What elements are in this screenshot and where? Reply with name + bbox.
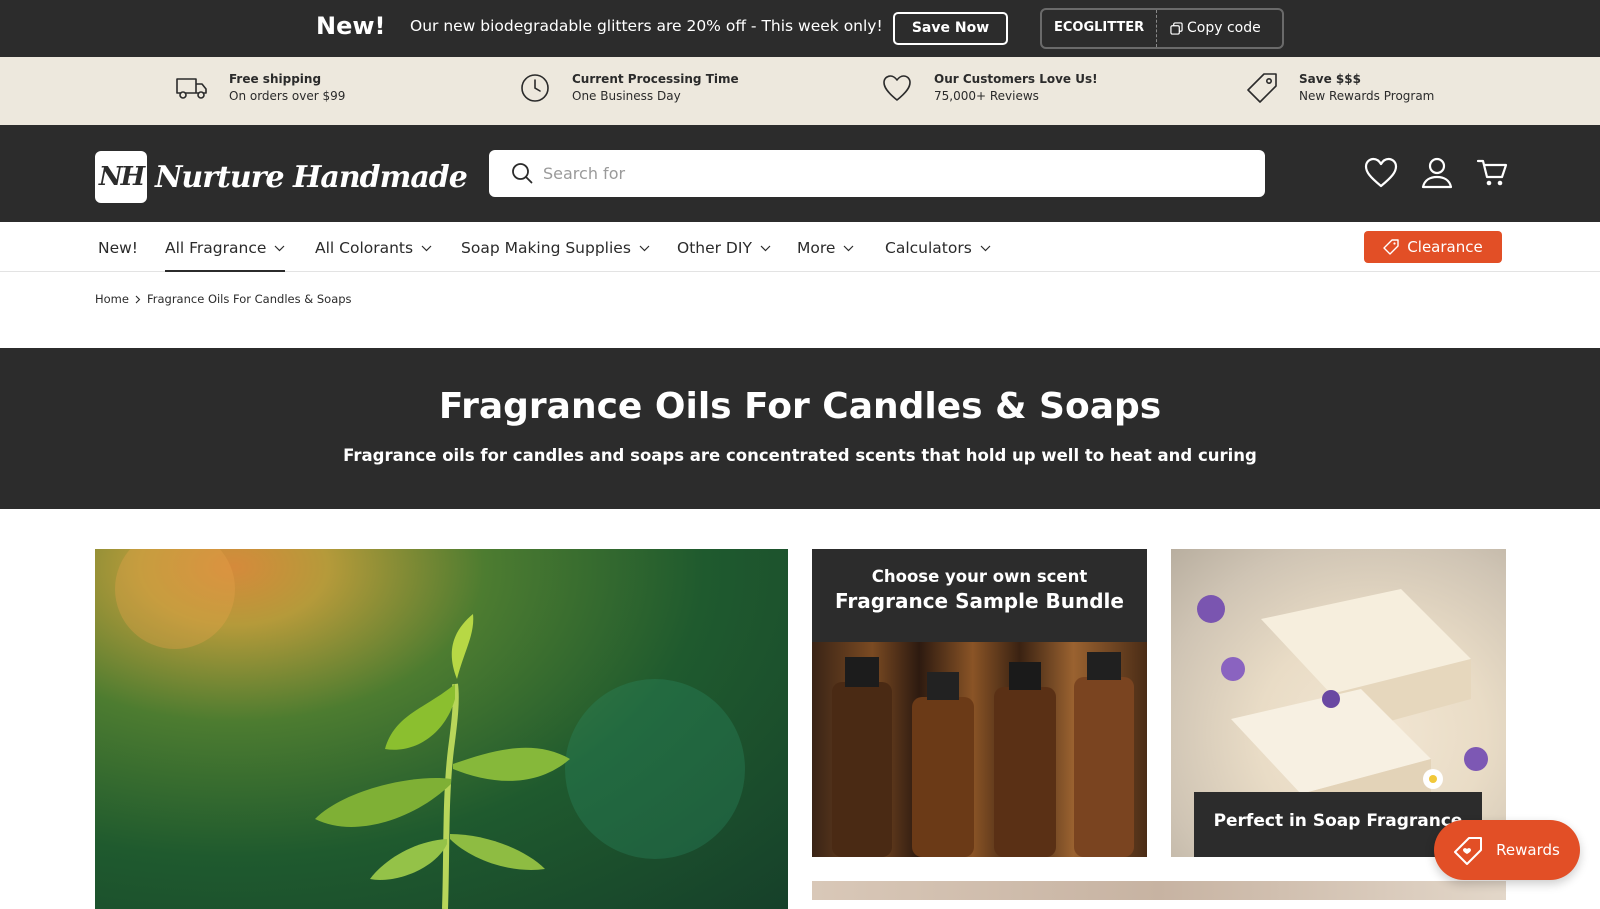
announcement-message: Our new biodegradable glitters are 20% o… xyxy=(410,17,883,35)
usp-processing-time: Current Processing Time One Business Day xyxy=(518,71,739,105)
breadcrumb-home[interactable]: Home xyxy=(95,292,129,306)
promo-tile-sample-bundle[interactable]: Choose your own scent Fragrance Sample B… xyxy=(812,549,1147,857)
fragrance-bottles-image xyxy=(812,642,1147,857)
truck-icon xyxy=(175,71,209,105)
chevron-down-icon xyxy=(980,245,991,251)
seedling-image xyxy=(115,549,745,909)
usp-strip: Free shipping On orders over $99 Current… xyxy=(0,57,1600,125)
clearance-button[interactable]: Clearance xyxy=(1364,231,1502,263)
sample-bundle-line2: Fragrance Sample Bundle xyxy=(835,589,1124,613)
code-divider xyxy=(1156,10,1157,47)
chevron-down-icon xyxy=(639,245,650,251)
nav-item-label: Other DIY xyxy=(677,239,752,257)
usp-customers-love: Our Customers Love Us! 75,000+ Reviews xyxy=(880,71,1098,105)
sample-bundle-line1: Choose your own scent xyxy=(871,567,1088,586)
page-subtitle: Fragrance oils for candles and soaps are… xyxy=(343,446,1257,465)
promo-tile-soap-fragrance[interactable]: Perfect in Soap Fragrance xyxy=(1171,549,1506,857)
nav-item-new[interactable]: New! xyxy=(98,237,138,259)
breadcrumb-current: Fragrance Oils For Candles & Soaps xyxy=(146,292,352,306)
search-icon[interactable] xyxy=(511,162,533,188)
nav-item-label: All Colorants xyxy=(315,239,414,257)
nav-item-all-fragrance[interactable]: All Fragrance xyxy=(165,237,286,272)
announcement-bar: New! Our new biodegradable glitters are … xyxy=(0,0,1600,57)
tag-icon xyxy=(1383,239,1399,255)
main-nav: New! All Fragrance All Colorants Soap Ma… xyxy=(0,222,1600,272)
usp-rewards: Save $$$ New Rewards Program xyxy=(1245,71,1434,105)
clock-icon xyxy=(518,71,552,105)
nav-item-other-diy[interactable]: Other DIY xyxy=(677,237,771,259)
nav-item-label: New! xyxy=(98,239,139,257)
page-title: Fragrance Oils For Candles & Soaps xyxy=(438,386,1162,427)
usp-title: Free shipping xyxy=(229,72,322,86)
nav-item-all-colorants[interactable]: All Colorants xyxy=(315,237,432,259)
clearance-label: Clearance xyxy=(1407,238,1483,256)
nav-item-label: Calculators xyxy=(885,239,972,257)
tag-icon xyxy=(1245,71,1279,105)
cart-icon[interactable] xyxy=(1476,157,1510,191)
nav-item-calculators[interactable]: Calculators xyxy=(885,237,991,259)
usp-subtitle: On orders over $99 xyxy=(229,89,346,103)
collection-hero: Fragrance Oils For Candles & Soaps Fragr… xyxy=(0,348,1600,509)
usp-subtitle: New Rewards Program xyxy=(1299,89,1435,103)
discount-code: ECOGLITTER xyxy=(1054,20,1145,35)
copy-code-label: Copy code xyxy=(1187,20,1261,36)
promo-tile-bottom[interactable] xyxy=(812,881,1506,900)
promo-tile-seedling[interactable] xyxy=(95,549,788,909)
discount-code-box: ECOGLITTER Copy code xyxy=(1040,8,1284,49)
search-input[interactable] xyxy=(543,158,1233,188)
account-icon[interactable] xyxy=(1420,157,1454,191)
sample-bundle-caption: Choose your own scent Fragrance Sample B… xyxy=(812,549,1147,642)
chevron-down-icon xyxy=(760,245,771,251)
heart-icon xyxy=(880,71,914,105)
usp-title: Save $$$ xyxy=(1299,72,1361,86)
rewards-tag-icon xyxy=(1454,837,1483,865)
nav-item-soap-making-supplies[interactable]: Soap Making Supplies xyxy=(461,237,650,259)
breadcrumb: Home Fragrance Oils For Candles & Soaps xyxy=(95,292,352,306)
usp-title: Our Customers Love Us! xyxy=(934,72,1098,86)
usp-subtitle: 75,000+ Reviews xyxy=(934,89,1039,103)
announcement-new-label: New! xyxy=(316,12,386,40)
rewards-button[interactable]: Rewards xyxy=(1434,820,1580,880)
site-logo[interactable]: NH Nurture Handmade xyxy=(95,151,468,203)
wishlist-icon[interactable] xyxy=(1364,157,1398,191)
site-header: NH Nurture Handmade xyxy=(0,125,1600,222)
usp-title: Current Processing Time xyxy=(572,72,739,86)
nav-item-label: All Fragrance xyxy=(165,239,267,257)
copy-icon xyxy=(1170,21,1183,35)
usp-subtitle: One Business Day xyxy=(572,89,681,103)
chevron-right-icon xyxy=(135,295,141,303)
logo-text: Nurture Handmade xyxy=(155,159,468,195)
save-now-button[interactable]: Save Now xyxy=(893,12,1008,45)
search-bar xyxy=(489,150,1265,197)
chevron-down-icon xyxy=(274,245,285,251)
chevron-down-icon xyxy=(421,245,432,251)
rewards-label: Rewards xyxy=(1496,841,1560,859)
copy-code-button[interactable]: Copy code xyxy=(1170,20,1261,36)
logo-mark: NH xyxy=(95,151,147,203)
chevron-down-icon xyxy=(844,245,854,251)
nav-item-more[interactable]: More xyxy=(797,237,854,259)
usp-free-shipping: Free shipping On orders over $99 xyxy=(175,71,345,105)
nav-item-label: More xyxy=(797,239,836,257)
nav-item-label: Soap Making Supplies xyxy=(461,239,631,257)
